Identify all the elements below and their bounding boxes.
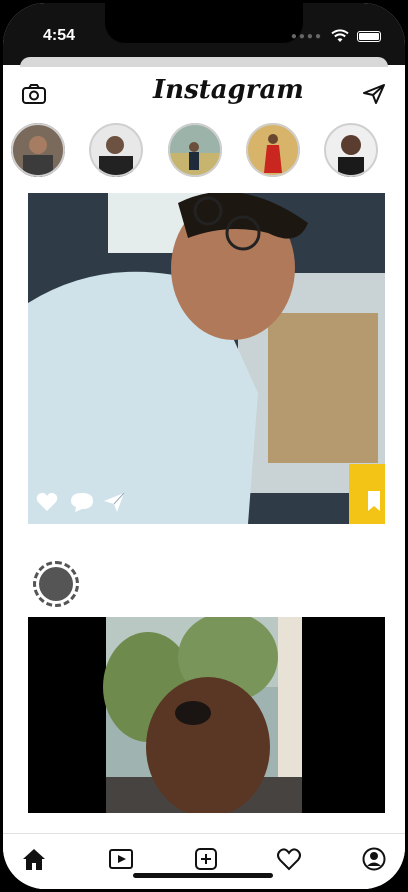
- heart-icon[interactable]: [276, 846, 302, 872]
- screen: 4:54 ●●●● Instagram: [3, 3, 405, 889]
- share-icon[interactable]: [103, 492, 125, 513]
- home-indicator: [133, 873, 273, 878]
- post-photo-hair: [28, 617, 385, 813]
- story-avatar[interactable]: [168, 123, 222, 177]
- home-icon[interactable]: [21, 846, 47, 872]
- story-avatar[interactable]: [89, 123, 143, 177]
- post-author-avatar[interactable]: [33, 561, 79, 607]
- camera-icon[interactable]: [21, 83, 47, 105]
- story-avatar[interactable]: [11, 123, 65, 177]
- heart-icon[interactable]: [36, 492, 58, 512]
- wifi-icon: [331, 29, 349, 42]
- signal-icon: ●●●●: [290, 30, 323, 42]
- status-bar: 4:54 ●●●●: [3, 3, 405, 71]
- bottom-tab-bar: [3, 833, 405, 889]
- bookmark-icon[interactable]: [367, 490, 381, 512]
- app-title: Instagram: [153, 75, 304, 105]
- post-image[interactable]: [28, 617, 385, 813]
- app-sheet: Instagram: [3, 67, 405, 889]
- post-photo-man: [28, 193, 385, 524]
- app-header: Instagram: [3, 67, 405, 121]
- video-icon[interactable]: [108, 846, 134, 872]
- post-image[interactable]: [28, 193, 385, 524]
- post-actions: [28, 490, 385, 518]
- notch: [105, 3, 303, 43]
- comment-icon[interactable]: [70, 492, 94, 513]
- story-avatar[interactable]: [246, 123, 300, 177]
- phone-frame: 4:54 ●●●● Instagram: [0, 0, 408, 892]
- stories-row: [3, 123, 405, 181]
- status-icons: ●●●●: [291, 29, 381, 43]
- battery-icon: [357, 30, 381, 42]
- profile-icon[interactable]: [361, 846, 387, 872]
- status-time: 4:54: [43, 27, 76, 44]
- paper-plane-icon[interactable]: [361, 83, 387, 105]
- story-avatar[interactable]: [324, 123, 378, 177]
- add-icon[interactable]: [193, 846, 219, 872]
